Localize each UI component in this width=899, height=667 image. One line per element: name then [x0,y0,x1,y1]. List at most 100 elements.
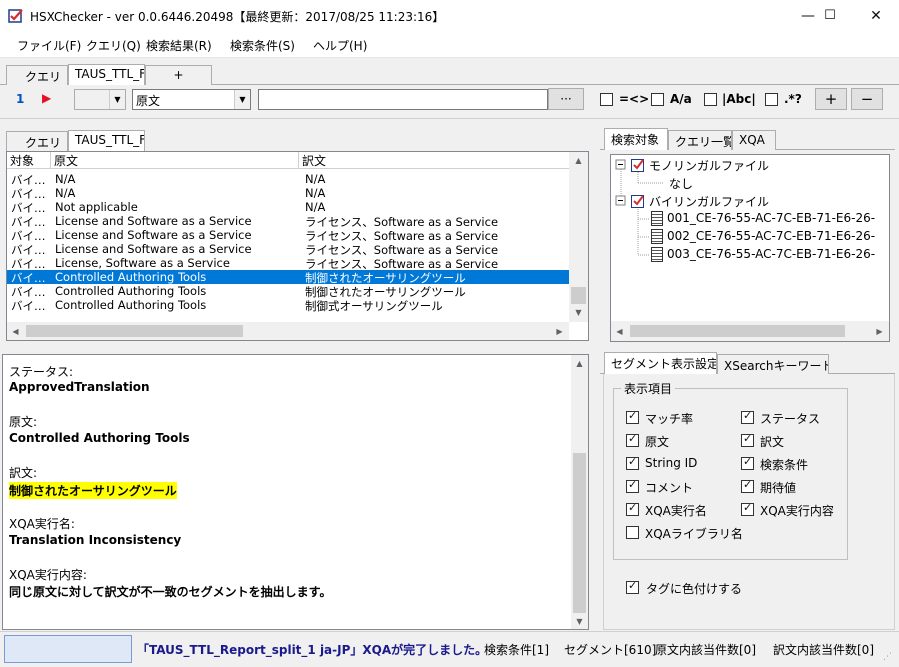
detail-pane: ステータス: ApprovedTranslation 原文: Controlle… [2,354,589,630]
tab-segment-display[interactable]: セグメント表示設定 [604,352,717,374]
tree-file-2[interactable]: 002_CE-76-55-AC-7C-EB-71-E6-26- [667,229,875,243]
run-icon[interactable]: ▶ [42,91,51,105]
scroll-up-icon[interactable]: ▲ [571,355,588,372]
translation-label: 訳文: [9,466,38,480]
display-item-label: コメント [645,481,694,495]
display-item-checkbox[interactable] [626,478,639,493]
scroll-left-icon[interactable]: ◀ [7,322,24,340]
scope-select[interactable]: ▼ [74,89,126,110]
add-query-button[interactable]: + [815,88,847,110]
chevron-down-icon: ▼ [109,90,125,109]
column-source[interactable]: 原文 [51,152,299,168]
word-checkbox[interactable] [704,93,717,106]
cell-translation: N/A [305,172,326,186]
results-tab-taus[interactable]: TAUS_TTL_F [68,130,145,151]
tab-taus[interactable]: TAUS_TTL_F [68,64,145,85]
status-message: 「TAUS_TTL_Report_split_1 ja-JP」XQAが完了しまし… [137,643,488,657]
display-item-checkbox[interactable] [626,455,639,470]
table-row[interactable]: バイ… License and Software as a Service ライセン… [7,214,569,229]
display-item-checkbox[interactable] [626,432,639,447]
table-row[interactable]: バイ… Controlled Authoring Tools 制御されたオーサリング… [7,270,569,285]
resize-grip-icon[interactable]: ⋰ [883,652,892,662]
display-item-label: ステータス [760,412,821,426]
checked-checkbox-icon[interactable] [631,158,645,172]
results-vscrollbar[interactable]: ▲ ▼ [569,152,588,322]
tree-file-1[interactable]: 001_CE-76-55-AC-7C-EB-71-E6-26- [667,211,875,225]
file-icon [651,229,663,244]
tab-xsearch-keyword[interactable]: XSearchキーワード [717,354,829,374]
display-item-checkbox[interactable] [741,432,754,447]
display-item-checkbox[interactable] [626,526,639,539]
display-item-checkbox[interactable] [741,455,754,470]
scroll-down-icon[interactable]: ▼ [569,304,588,321]
tab-xqa[interactable]: XQA [732,130,776,150]
tab-search-target[interactable]: 検索対象 [604,128,668,150]
search-input[interactable] [258,89,548,110]
detail-vscrollbar[interactable]: ▲ ▼ [571,355,588,629]
cell-translation: 制御式オーサリングツール [305,299,443,313]
target-select[interactable]: 原文 ▼ [132,89,251,110]
hscroll-thumb[interactable] [26,325,243,337]
table-row[interactable]: バイ… License and Software as a Service ライセン… [7,228,569,243]
regex-eq-checkbox[interactable] [600,93,613,106]
menu-file[interactable]: ファイル(F) [17,37,81,54]
display-item-checkbox[interactable] [626,409,639,424]
tab-query-list[interactable]: クエリ一覧 [668,130,732,150]
tree-file-3[interactable]: 003_CE-76-55-AC-7C-EB-71-E6-26- [667,247,875,261]
tab-query[interactable]: クエリ [6,65,68,85]
column-translation[interactable]: 訳文 [299,152,569,168]
source-value: Controlled Authoring Tools [9,431,190,445]
display-item-label: マッチ率 [645,412,694,426]
table-row[interactable]: バイ… Not applicable N/A [7,200,569,215]
menu-results[interactable]: 検索結果(R) [146,37,212,54]
hscroll-thumb[interactable] [630,325,845,337]
cell-translation: N/A [305,200,326,214]
tree-hscrollbar[interactable]: ◀ ▶ [611,321,889,341]
file-tree: モノリンガルファイル なし バイリンガルファイル 001_CE-76-55-AC… [610,154,890,342]
menu-conditions[interactable]: 検索条件(S) [230,37,295,54]
table-row[interactable]: バイ… N/A N/A [7,172,569,187]
results-hscrollbar[interactable]: ◀ ▶ [7,322,569,340]
scroll-thumb[interactable] [573,453,586,613]
menu-query[interactable]: クエリ(Q) [86,37,141,54]
scroll-thumb[interactable] [571,287,586,304]
regex-checkbox[interactable] [765,93,778,106]
status-value: ApprovedTranslation [9,380,150,394]
table-row[interactable]: バイ… License, Software as a Service ライセンス、S… [7,256,569,271]
tree-mono-label[interactable]: モノリンガルファイル [649,157,769,174]
display-item-checkbox[interactable] [741,478,754,493]
display-item-label: XQAライブラリ名 [645,527,743,541]
regex-label: .*? [784,92,802,106]
tree-bi-label[interactable]: バイリンガルファイル [649,193,769,210]
case-checkbox[interactable] [651,93,664,106]
scroll-up-icon[interactable]: ▲ [569,152,588,169]
checked-checkbox-icon[interactable] [631,194,645,208]
scroll-right-icon[interactable]: ▶ [871,321,888,341]
menu-help[interactable]: ヘルプ(H) [313,37,367,54]
tab-add[interactable]: + [145,65,212,85]
browse-button[interactable]: ··· [548,88,584,110]
scroll-left-icon[interactable]: ◀ [611,321,628,341]
table-row[interactable]: バイ… License and Software as a Service ライセン… [7,242,569,257]
display-item-checkbox[interactable] [741,501,754,516]
results-tab-query[interactable]: クエリ [6,131,68,151]
scroll-right-icon[interactable]: ▶ [551,322,568,340]
close-button[interactable]: ✕ [853,0,899,31]
table-row[interactable]: バイ… Controlled Authoring Tools 制御されたオーサリング… [7,284,569,299]
table-row[interactable]: バイ… N/A N/A [7,186,569,201]
maximize-button[interactable]: ☐ [807,0,853,31]
column-target[interactable]: 対象 [7,152,51,168]
scroll-down-icon[interactable]: ▼ [571,613,588,629]
color-tags-checkbox[interactable] [626,579,639,594]
status-label: ステータス: [9,365,74,379]
display-item-label: 検索条件 [760,458,809,472]
grid-header: 対象 原文 訳文 [7,152,569,169]
status-source-hits: 原文内該当件数[0] [655,643,756,657]
display-item-checkbox[interactable] [741,409,754,424]
table-row[interactable]: バイ… Controlled Authoring Tools 制御式オーサリングツー… [7,298,569,313]
cell-source: License and Software as a Service [55,214,252,228]
display-item-checkbox[interactable] [626,501,639,516]
target-value: 原文 [136,94,161,108]
xqa-content-value: 同じ原文に対して訳文が不一致のセグメントを抽出します。 [9,585,332,599]
remove-query-button[interactable]: − [851,88,883,110]
